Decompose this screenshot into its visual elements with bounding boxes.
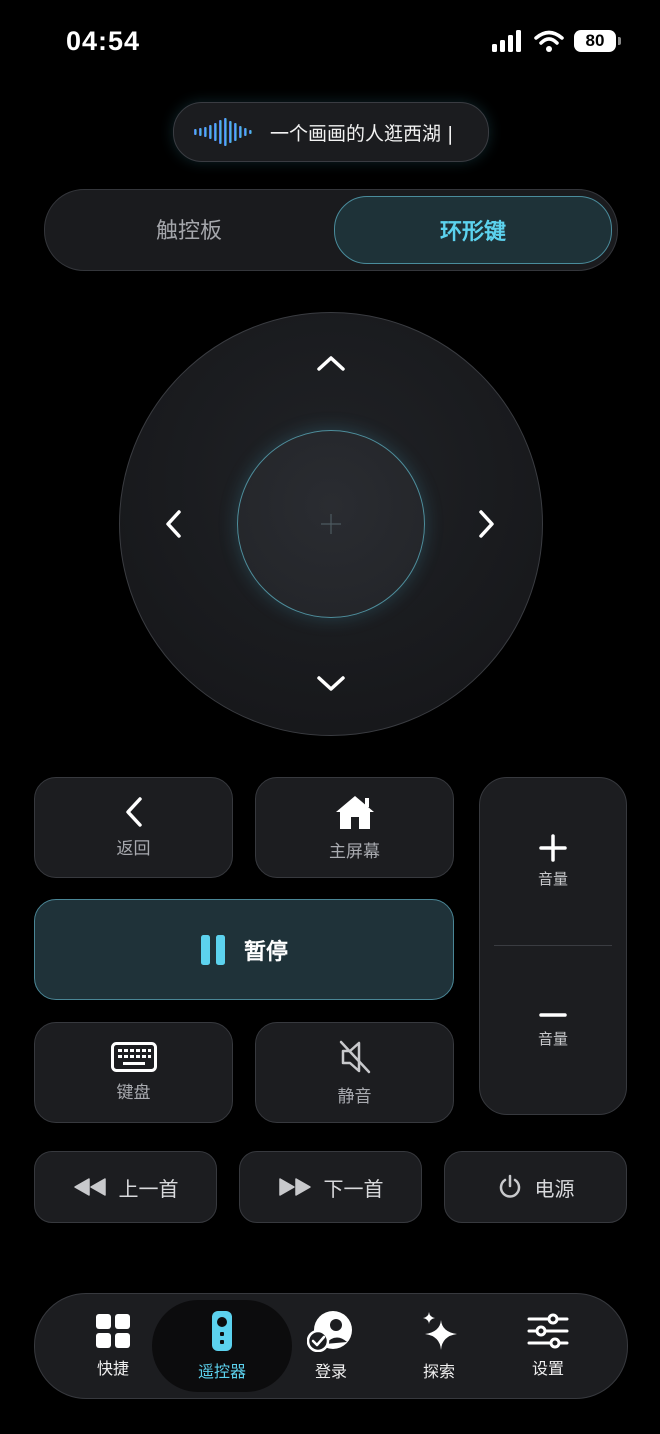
home-button[interactable]: 主屏幕 [255, 777, 454, 878]
tab-login[interactable]: 登录 [281, 1294, 381, 1398]
status-icons: 80 [492, 30, 621, 52]
tab-ring-keys[interactable]: 环形键 [334, 196, 612, 264]
chevron-left-icon [166, 510, 181, 538]
tab-remote[interactable]: 遥控器 [152, 1300, 292, 1392]
volume-up-button[interactable]: 音量 [480, 778, 626, 945]
keyboard-button[interactable]: 键盘 [34, 1022, 233, 1123]
dpad-ok-button[interactable] [237, 430, 425, 618]
tab-label: 快捷 [96, 1359, 129, 1378]
tab-settings[interactable]: 设置 [498, 1294, 598, 1398]
voice-transcript: 一个画画的人逛西湖 | [270, 122, 454, 145]
status-time: 04:54 [66, 26, 141, 56]
pause-icon [200, 934, 225, 965]
keyboard-icon [110, 1042, 157, 1072]
next-track-label: 下一首 [323, 1176, 384, 1201]
chevron-right-icon [479, 510, 494, 538]
volume-control: 音量 音量 [479, 777, 627, 1115]
tab-shortcuts[interactable]: 快捷 [63, 1294, 163, 1398]
tab-label: 登录 [314, 1362, 347, 1381]
chevron-up-icon [317, 356, 345, 371]
user-check-icon [307, 1311, 352, 1352]
volume-up-label: 音量 [537, 870, 568, 888]
voice-wave-icon [194, 118, 252, 146]
tab-explore[interactable]: 探索 [389, 1294, 489, 1398]
signal-icon [492, 30, 521, 52]
back-button[interactable]: 返回 [34, 777, 233, 878]
grid-icon [96, 1314, 130, 1348]
dpad-left-button[interactable] [154, 503, 192, 545]
dpad-up-button[interactable] [311, 345, 351, 381]
rewind-icon [73, 1178, 106, 1196]
chevron-down-icon [317, 676, 345, 691]
mute-label: 静音 [337, 1087, 372, 1107]
mute-icon [339, 1040, 370, 1074]
next-track-button[interactable]: 下一首 [239, 1151, 422, 1223]
tab-label: 设置 [531, 1359, 564, 1378]
minus-icon [539, 1013, 567, 1017]
bottom-tab-bar: 快捷 遥控器 登录 探索 设置 [34, 1293, 628, 1399]
plus-icon [539, 834, 567, 862]
mode-switch: 触控板 环形键 [44, 189, 618, 271]
previous-track-button[interactable]: 上一首 [34, 1151, 217, 1223]
sparkle-icon [423, 1312, 457, 1350]
home-icon [335, 796, 374, 829]
tab-label: 探索 [422, 1362, 455, 1381]
pause-label: 暂停 [243, 939, 288, 965]
power-button[interactable]: 电源 [444, 1151, 627, 1223]
pause-button[interactable]: 暂停 [34, 899, 454, 1000]
volume-down-button[interactable]: 音量 [480, 946, 626, 1113]
voice-input-pill[interactable]: 一个画画的人逛西湖 | [173, 102, 489, 162]
dpad-down-button[interactable] [311, 666, 351, 702]
fast-forward-icon [278, 1178, 311, 1196]
power-label: 电源 [534, 1176, 575, 1201]
volume-down-label: 音量 [537, 1030, 568, 1048]
battery-indicator: 80 [574, 30, 621, 52]
remote-icon [212, 1311, 232, 1351]
previous-track-label: 上一首 [118, 1176, 179, 1201]
home-label: 主屏幕 [329, 842, 380, 862]
dpad-right-button[interactable] [468, 503, 506, 545]
keyboard-label: 键盘 [116, 1083, 151, 1103]
mute-button[interactable]: 静音 [255, 1022, 454, 1123]
back-label: 返回 [116, 839, 151, 859]
tab-label: 遥控器 [197, 1362, 246, 1381]
power-icon [499, 1174, 520, 1198]
tab-touchpad[interactable]: 触控板 [51, 196, 327, 262]
sliders-icon [527, 1313, 569, 1349]
wifi-icon [534, 30, 564, 52]
crosshair-icon [321, 514, 341, 534]
chevron-left-icon [125, 797, 142, 827]
